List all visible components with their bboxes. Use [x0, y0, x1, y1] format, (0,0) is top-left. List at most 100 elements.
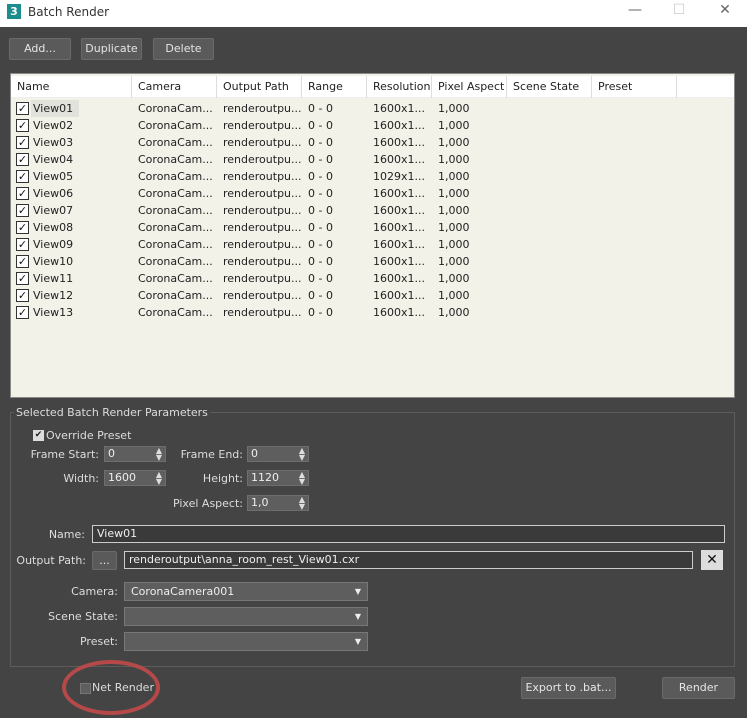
row-enabled-checkbox[interactable]: ✓	[16, 136, 29, 149]
table-row[interactable]: ✓ View07 CoronaCam... renderoutpu... 0 - 0 16…	[11, 202, 734, 219]
annotation-circle	[62, 660, 160, 715]
table-row[interactable]: ✓ View03 CoronaCam... renderoutpu... 0 - 0 16…	[11, 134, 734, 151]
row-enabled-checkbox[interactable]: ✓	[16, 187, 29, 200]
row-enabled-checkbox[interactable]: ✓	[16, 289, 29, 302]
table-row[interactable]: ✓ View01 CoronaCam... renderoutpu... 0 - 0 16…	[11, 100, 734, 117]
cell-output: renderoutpu...	[223, 289, 302, 302]
row-enabled-checkbox[interactable]: ✓	[16, 272, 29, 285]
batch-list[interactable]: Name Camera Output Path Range Resolution Pixe…	[10, 73, 735, 398]
width-spinner[interactable]: 1600 ▲ ▼	[104, 470, 166, 486]
cell-range: 0 - 0	[308, 187, 333, 200]
height-spinner[interactable]: 1120 ▲ ▼	[247, 470, 309, 486]
camera-dropdown[interactable]: CoronaCamera001 ▼	[124, 582, 368, 601]
cell-output: renderoutpu...	[223, 238, 302, 251]
cell-resolution: 1600x1...	[373, 204, 425, 217]
pixel-aspect-spinner[interactable]: 1,0 ▲ ▼	[247, 495, 309, 511]
cell-range: 0 - 0	[308, 289, 333, 302]
cell-camera: CoronaCam...	[138, 306, 213, 319]
cell-resolution: 1600x1...	[373, 187, 425, 200]
cell-name: View09	[33, 238, 74, 251]
frame-start-value: 0	[108, 447, 115, 460]
frame-start-label: Frame Start:	[30, 448, 99, 461]
table-row[interactable]: ✓ View06 CoronaCam... renderoutpu... 0 - 0 16…	[11, 185, 734, 202]
name-input[interactable]: View01	[92, 525, 725, 543]
cell-output: renderoutpu...	[223, 153, 302, 166]
cell-camera: CoronaCam...	[138, 170, 213, 183]
frame-start-spinner[interactable]: 0 ▲ ▼	[104, 446, 166, 462]
close-button[interactable]: ✕	[710, 2, 740, 22]
cell-range: 0 - 0	[308, 170, 333, 183]
table-row[interactable]: ✓ View13 CoronaCam... renderoutpu... 0 - 0 16…	[11, 304, 734, 321]
cell-aspect: 1,000	[438, 306, 470, 319]
cell-resolution: 1600x1...	[373, 119, 425, 132]
pixel-aspect-label: Pixel Aspect:	[172, 497, 243, 510]
table-row[interactable]: ✓ View05 CoronaCam... renderoutpu... 0 - 0 10…	[11, 168, 734, 185]
table-row[interactable]: ✓ View09 CoronaCam... renderoutpu... 0 - 0 16…	[11, 236, 734, 253]
spinner-arrows-icon[interactable]: ▲ ▼	[299, 447, 305, 462]
cell-resolution: 1029x1...	[373, 170, 425, 183]
export-bat-button[interactable]: Export to .bat...	[521, 677, 616, 699]
column-header[interactable]: Output Path	[217, 76, 302, 98]
row-enabled-checkbox[interactable]: ✓	[16, 119, 29, 132]
override-preset-checkbox[interactable]: ✔	[33, 430, 44, 441]
row-enabled-checkbox[interactable]: ✓	[16, 153, 29, 166]
column-header[interactable]: Pixel Aspect	[432, 76, 507, 98]
column-header[interactable]: Name	[11, 76, 132, 98]
row-enabled-checkbox[interactable]: ✓	[16, 102, 29, 115]
spinner-arrows-icon[interactable]: ▲ ▼	[299, 471, 305, 486]
cell-name: View02	[33, 119, 74, 132]
add-button[interactable]: Add...	[9, 38, 71, 60]
spinner-arrows-icon[interactable]: ▲ ▼	[299, 496, 305, 511]
window-title: Batch Render	[28, 5, 110, 19]
delete-button[interactable]: Delete	[153, 38, 214, 60]
table-row[interactable]: ✓ View02 CoronaCam... renderoutpu... 0 - 0 16…	[11, 117, 734, 134]
cell-name: View12	[33, 289, 74, 302]
row-enabled-checkbox[interactable]: ✓	[16, 170, 29, 183]
cell-name: View05	[33, 170, 74, 183]
scene-state-label: Scene State:	[48, 610, 118, 623]
cell-range: 0 - 0	[308, 204, 333, 217]
table-row[interactable]: ✓ View12 CoronaCam... renderoutpu... 0 - 0 16…	[11, 287, 734, 304]
cell-output: renderoutpu...	[223, 204, 302, 217]
scene-state-dropdown[interactable]: ▼	[124, 607, 368, 626]
row-enabled-checkbox[interactable]: ✓	[16, 221, 29, 234]
cell-resolution: 1600x1...	[373, 306, 425, 319]
preset-dropdown[interactable]: ▼	[124, 632, 368, 651]
column-header[interactable]: Range	[302, 76, 367, 98]
table-row[interactable]: ✓ View11 CoronaCam... renderoutpu... 0 - 0 16…	[11, 270, 734, 287]
cell-range: 0 - 0	[308, 153, 333, 166]
row-enabled-checkbox[interactable]: ✓	[16, 255, 29, 268]
output-path-label: Output Path:	[16, 554, 86, 567]
cell-resolution: 1600x1...	[373, 255, 425, 268]
cell-name: View07	[33, 204, 74, 217]
browse-output-button[interactable]: ...	[92, 551, 117, 570]
cell-range: 0 - 0	[308, 136, 333, 149]
row-enabled-checkbox[interactable]: ✓	[16, 238, 29, 251]
cell-output: renderoutpu...	[223, 221, 302, 234]
width-label: Width:	[63, 472, 99, 485]
cell-camera: CoronaCam...	[138, 187, 213, 200]
cell-camera: CoronaCam...	[138, 272, 213, 285]
column-header[interactable]: Preset	[592, 76, 677, 98]
column-header[interactable]: Camera	[132, 76, 217, 98]
output-path-input[interactable]: renderoutput\anna_room_rest_View01.cxr	[124, 551, 693, 569]
list-header: Name Camera Output Path Range Resolution Pixe…	[11, 76, 734, 98]
table-row[interactable]: ✓ View04 CoronaCam... renderoutpu... 0 - 0 16…	[11, 151, 734, 168]
frame-end-spinner[interactable]: 0 ▲ ▼	[247, 446, 309, 462]
column-header[interactable]: Resolution	[367, 76, 432, 98]
table-row[interactable]: ✓ View08 CoronaCam... renderoutpu... 0 - 0 16…	[11, 219, 734, 236]
maximize-button[interactable]: ☐	[664, 2, 694, 22]
clear-output-path-button[interactable]: ✕	[701, 550, 723, 570]
cell-camera: CoronaCam...	[138, 289, 213, 302]
cell-range: 0 - 0	[308, 255, 333, 268]
minimize-button[interactable]: —	[620, 2, 650, 22]
cell-aspect: 1,000	[438, 238, 470, 251]
row-enabled-checkbox[interactable]: ✓	[16, 306, 29, 319]
duplicate-button[interactable]: Duplicate	[81, 38, 142, 60]
render-button[interactable]: Render	[662, 677, 735, 699]
cell-range: 0 - 0	[308, 221, 333, 234]
column-header[interactable]: Scene State	[507, 76, 592, 98]
row-enabled-checkbox[interactable]: ✓	[16, 204, 29, 217]
table-row[interactable]: ✓ View10 CoronaCam... renderoutpu... 0 - 0 16…	[11, 253, 734, 270]
height-label: Height:	[202, 472, 243, 485]
